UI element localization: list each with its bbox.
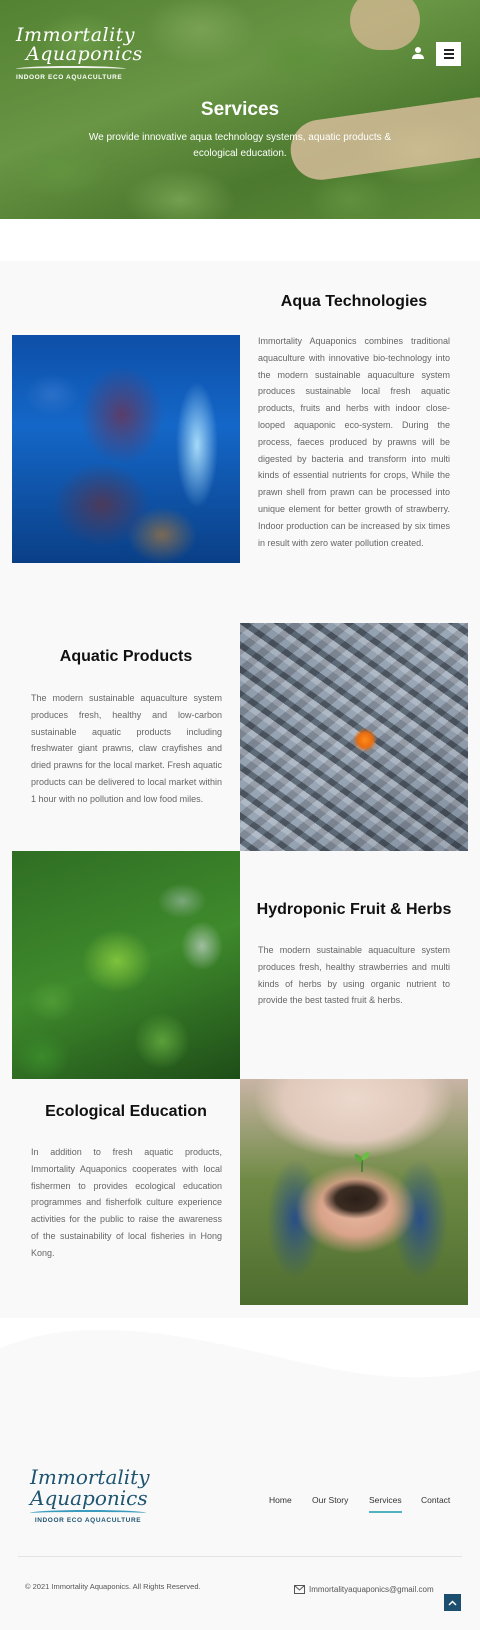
service-title-hydroponic: Hydroponic Fruit & Herbs — [256, 901, 452, 918]
service-text-aquatic-products: The modern sustainable aquaculture syste… — [31, 693, 222, 804]
footer-nav-home[interactable]: Home — [269, 1495, 292, 1505]
footer-email-text: Immortalityaquaponics@gmail.com — [309, 1585, 434, 1594]
logo-subtitle: INDOOR ECO AQUACULTURE — [16, 74, 123, 81]
service-text-aqua-technologies: Immortality Aquaponics combines traditio… — [258, 336, 450, 548]
page-subtitle: We provide innovative aqua technology sy… — [88, 132, 392, 159]
chevron-up-icon — [448, 1599, 457, 1606]
page-title: Services — [200, 99, 280, 120]
footer-nav-services[interactable]: Services — [369, 1495, 402, 1513]
footer-nav-contact[interactable]: Contact — [421, 1495, 450, 1505]
footer-logo-line2: Aquaponics — [30, 1486, 148, 1510]
footer-divider — [18, 1556, 462, 1557]
logo-text-line2: Aquaponics — [26, 43, 143, 65]
menu-icon — [443, 53, 454, 55]
service-title-ecological-education: Ecological Education — [45, 1103, 207, 1120]
copyright-text: © 2021 Immortality Aquaponics. All Right… — [25, 1582, 201, 1591]
footer-logo[interactable]: Immortality Aquaponics INDOOR ECO AQUACU… — [30, 1465, 150, 1524]
site-logo[interactable]: Immortality Aquaponics INDOOR ECO AQUACU… — [16, 26, 143, 81]
user-icon[interactable] — [411, 46, 425, 60]
prawns-image — [240, 623, 468, 851]
menu-icon — [443, 49, 454, 51]
footer-email[interactable]: Immortalityaquaponics@gmail.com — [294, 1585, 434, 1594]
footer-logo-line1: Immortality — [30, 1465, 150, 1489]
hero-hand-decoration — [350, 0, 420, 50]
herbs-image — [12, 851, 240, 1079]
mail-icon — [294, 1585, 305, 1594]
service-title-aquatic-products: Aquatic Products — [59, 648, 193, 665]
footer-logo-subtitle: INDOOR ECO AQUACULTURE — [34, 1517, 142, 1524]
aquarium-image — [12, 335, 240, 563]
footer-nav-our-story[interactable]: Our Story — [312, 1495, 348, 1505]
service-text-hydroponic: The modern sustainable aquaculture syste… — [258, 945, 450, 1006]
menu-icon — [443, 57, 454, 59]
section-wave-divider — [0, 1318, 480, 1378]
logo-waves — [16, 66, 126, 72]
menu-button[interactable] — [436, 42, 461, 66]
service-text-ecological-education: In addition to fresh aquatic products, I… — [31, 1147, 222, 1258]
footer-logo-waves — [30, 1510, 146, 1516]
hands-soil-image — [240, 1079, 468, 1305]
sprout-decoration — [354, 1152, 370, 1172]
scroll-to-top-button[interactable] — [444, 1594, 461, 1611]
service-title-aqua-technologies: Aqua Technologies — [280, 293, 428, 310]
